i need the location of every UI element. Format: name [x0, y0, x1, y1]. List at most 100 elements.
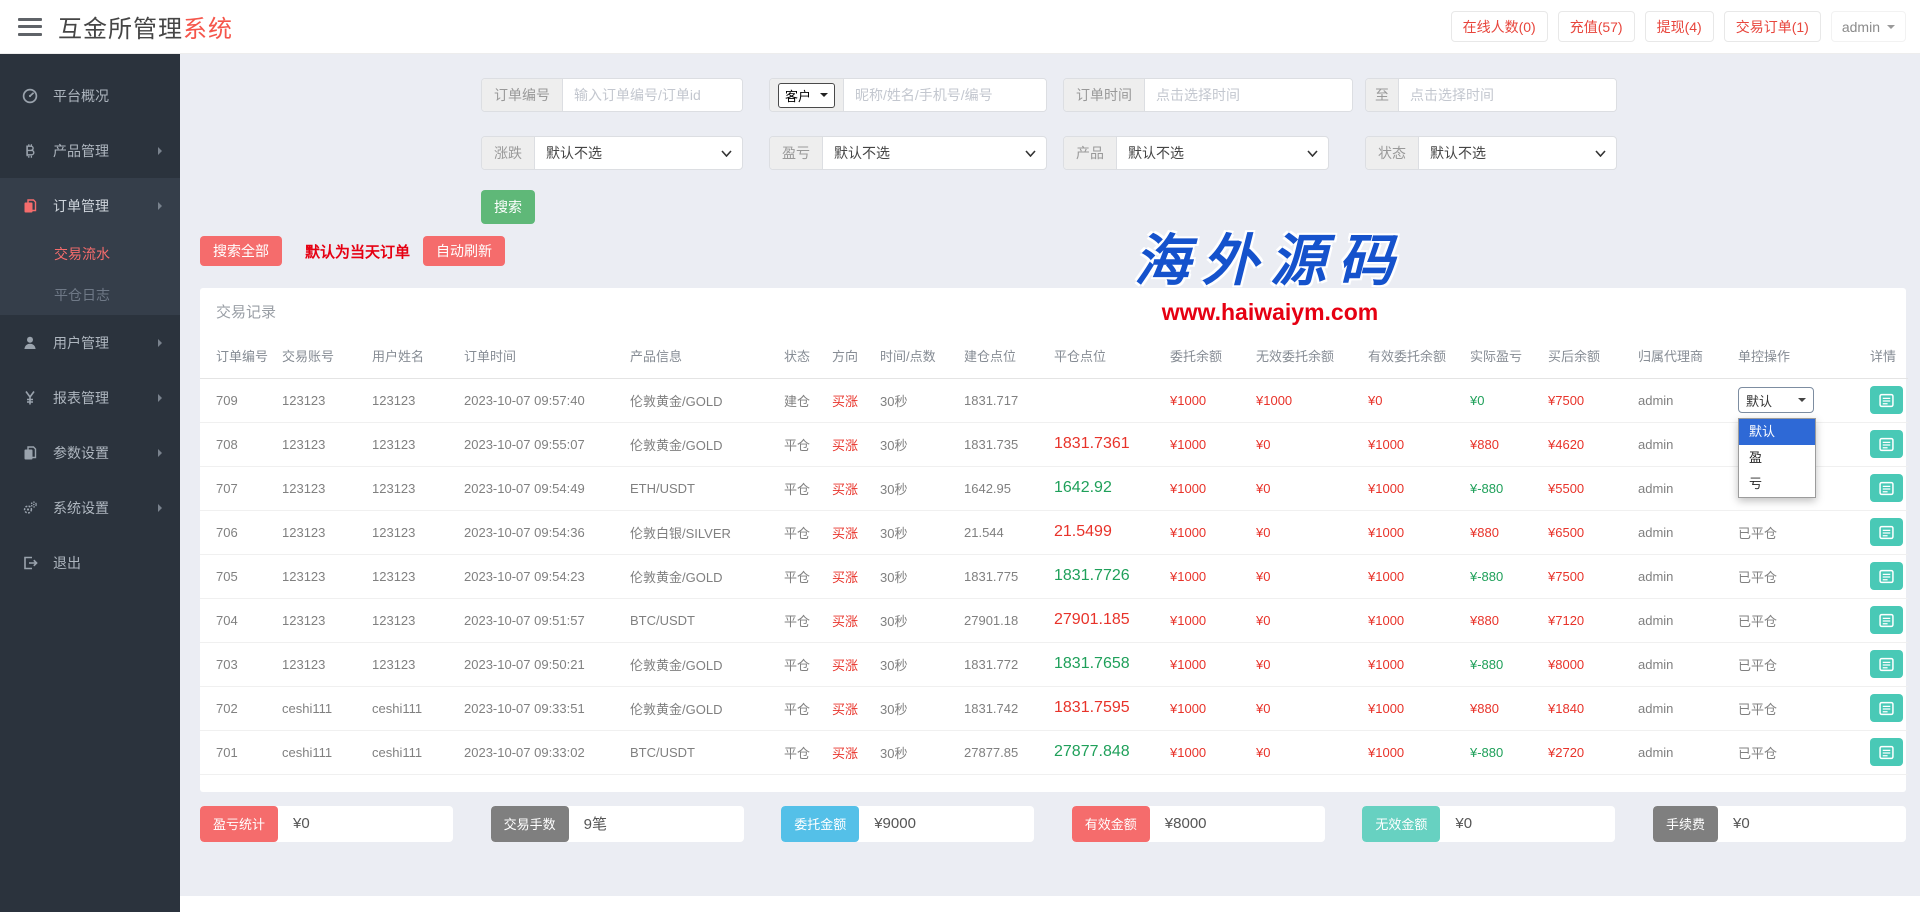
time-from-input[interactable] [1145, 79, 1352, 111]
cell-entrust-balance: ¥1000 [1162, 378, 1248, 422]
sidebar-subitem-close-log[interactable]: 平仓日志 [0, 274, 180, 315]
cell-direction: 买涨 [824, 598, 872, 642]
cell-entrust-balance: ¥1000 [1162, 422, 1248, 466]
profit-filter-group: 盈亏 默认不选 [769, 136, 1047, 170]
cell-detail [1862, 730, 1908, 774]
trade-order-count-button[interactable]: 交易订单(1) [1724, 11, 1821, 42]
summary-profit-stat: 盈亏统计¥0 [200, 806, 453, 842]
detail-icon [1879, 481, 1894, 496]
detail-button[interactable] [1870, 694, 1903, 722]
card-title: 交易记录 [200, 288, 1906, 334]
sidebar-item-label: 订单管理 [53, 196, 109, 216]
table-row: 7071231231231232023-10-07 09:54:49ETH/US… [200, 466, 1908, 510]
control-select[interactable]: 默认默认盈亏 [1738, 387, 1814, 413]
updown-select[interactable]: 默认不选 [535, 137, 721, 169]
table-row: 7051231231231232023-10-07 09:54:23伦敦黄金/G… [200, 554, 1908, 598]
detail-button[interactable] [1870, 606, 1903, 634]
sidebar: 平台概况 产品管理 订单管理 交易流水 平仓日志 用户管理 报表管理 [0, 54, 180, 912]
chevron-down-icon [1025, 150, 1036, 157]
cell-entrust-balance: ¥1000 [1162, 686, 1248, 730]
sidebar-subitem-trade-flow[interactable]: 交易流水 [0, 233, 180, 274]
summary-invalid-amount: 无效金额¥0 [1362, 806, 1615, 842]
col-control: 单控操作 [1730, 334, 1862, 378]
col-order-id: 订单编号 [200, 334, 274, 378]
cell-actual-profit: ¥880 [1462, 598, 1540, 642]
cell-after-balance: ¥4620 [1540, 422, 1630, 466]
sidebar-item-parameter-settings[interactable]: 参数设置 [0, 425, 180, 480]
cell-agent: admin [1630, 598, 1730, 642]
cell-close-point: 27901.185 [1046, 598, 1162, 642]
cell-duration: 30秒 [872, 642, 956, 686]
chevron-right-icon [158, 449, 166, 457]
search-button[interactable]: 搜索 [481, 190, 535, 224]
online-count-button[interactable]: 在线人数(0) [1451, 11, 1548, 42]
detail-button[interactable] [1870, 650, 1903, 678]
user-name: admin [1842, 19, 1880, 35]
cell-product: 伦敦白银/SILVER [622, 510, 776, 554]
cell-username: 123123 [364, 510, 456, 554]
summary-trade-count: 交易手数9笔 [491, 806, 744, 842]
sidebar-item-order-management[interactable]: 订单管理 [0, 178, 180, 233]
order-time-label: 订单时间 [1064, 79, 1145, 111]
app-title-accent: 系统 [183, 16, 233, 43]
sidebar-item-logout[interactable]: 退出 [0, 535, 180, 590]
profit-select[interactable]: 默认不选 [823, 137, 1025, 169]
search-all-button[interactable]: 搜索全部 [200, 236, 282, 266]
withdraw-count-button[interactable]: 提现(4) [1645, 11, 1714, 42]
cell-detail [1862, 598, 1908, 642]
sidebar-item-system-settings[interactable]: 系统设置 [0, 480, 180, 535]
chevron-down-icon [1595, 150, 1606, 157]
cell-account: ceshi111 [274, 730, 364, 774]
cell-direction: 买涨 [824, 730, 872, 774]
detail-icon [1879, 657, 1894, 672]
control-option[interactable]: 默认 [1739, 419, 1815, 445]
user-menu[interactable]: admin [1831, 11, 1906, 42]
control-option[interactable]: 盈 [1739, 445, 1815, 471]
cell-entrust-balance: ¥1000 [1162, 598, 1248, 642]
cell-valid-entrust: ¥1000 [1360, 642, 1462, 686]
auto-refresh-button[interactable]: 自动刷新 [423, 236, 505, 266]
cell-status: 平仓 [776, 598, 824, 642]
control-option[interactable]: 亏 [1739, 471, 1815, 497]
cell-account: 123123 [274, 422, 364, 466]
cell-open-point: 1831.742 [956, 686, 1046, 730]
cell-invalid-entrust: ¥0 [1248, 422, 1360, 466]
time-to-input[interactable] [1399, 79, 1616, 111]
summary-label: 无效金额 [1362, 806, 1440, 842]
cell-direction: 买涨 [824, 466, 872, 510]
customer-input[interactable] [844, 79, 1046, 111]
detail-button[interactable] [1870, 518, 1903, 546]
order-no-filter-group: 订单编号 [481, 78, 743, 112]
menu-toggle-icon[interactable] [18, 18, 42, 36]
cell-direction: 买涨 [824, 510, 872, 554]
detail-button[interactable] [1870, 562, 1903, 590]
summary-value: ¥0 [1440, 806, 1472, 842]
detail-button[interactable] [1870, 738, 1903, 766]
cell-invalid-entrust: ¥0 [1248, 510, 1360, 554]
detail-button[interactable] [1870, 386, 1903, 414]
order-no-input[interactable] [563, 79, 742, 111]
cell-order-time: 2023-10-07 09:55:07 [456, 422, 622, 466]
sidebar-item-platform-overview[interactable]: 平台概况 [0, 68, 180, 123]
cell-agent: admin [1630, 378, 1730, 422]
sidebar-item-product-management[interactable]: 产品管理 [0, 123, 180, 178]
cell-direction: 买涨 [824, 554, 872, 598]
sidebar-item-user-management[interactable]: 用户管理 [0, 315, 180, 370]
detail-button[interactable] [1870, 474, 1903, 502]
customer-type-select[interactable]: 客户 [778, 83, 835, 108]
status-select[interactable]: 默认不选 [1419, 137, 1595, 169]
cell-account: 123123 [274, 378, 364, 422]
recharge-count-button[interactable]: 充值(57) [1558, 11, 1635, 42]
detail-icon [1879, 525, 1894, 540]
cell-open-point: 27877.85 [956, 730, 1046, 774]
sidebar-item-label: 退出 [53, 553, 81, 573]
detail-button[interactable] [1870, 430, 1903, 458]
customer-type-value: 客户 [785, 86, 811, 105]
cell-direction: 买涨 [824, 686, 872, 730]
cell-open-point: 21.544 [956, 510, 1046, 554]
sidebar-item-report-management[interactable]: 报表管理 [0, 370, 180, 425]
cell-control: 默认默认盈亏 [1730, 378, 1862, 422]
cell-close-point [1046, 378, 1162, 422]
cell-agent: admin [1630, 466, 1730, 510]
product-select[interactable]: 默认不选 [1117, 137, 1307, 169]
